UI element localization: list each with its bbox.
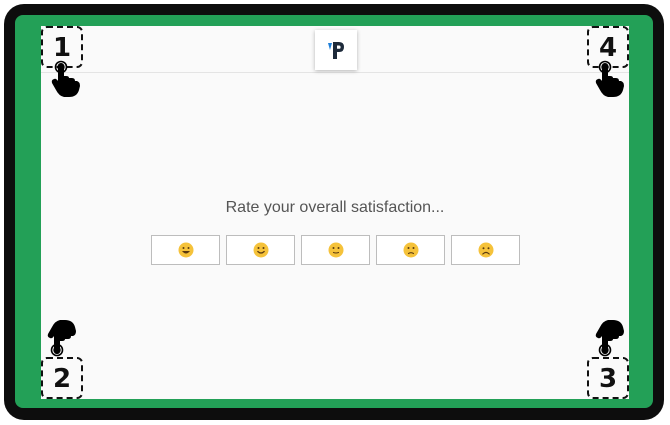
survey-question: Rate your overall satisfaction... <box>225 199 445 216</box>
corner-number: 3 <box>598 364 618 394</box>
corner-number: 4 <box>598 33 618 63</box>
satisfied-face-icon <box>253 242 268 258</box>
rating-neutral-button[interactable] <box>301 235 370 265</box>
very-dissatisfied-face-icon <box>478 242 493 258</box>
hand-pointer-icon <box>595 60 624 97</box>
header-bar <box>41 26 629 73</box>
corner-marker-3[interactable]: 3 <box>579 319 629 399</box>
hand-pointer-icon <box>595 320 624 357</box>
rating-options <box>151 235 520 265</box>
rating-dissatisfied-button[interactable] <box>376 235 445 265</box>
very-satisfied-face-icon <box>178 242 193 258</box>
screen: Rate your overall satisfaction... 1 4 2 … <box>41 26 629 399</box>
hand-pointer-icon <box>47 320 76 357</box>
corner-marker-1[interactable]: 1 <box>41 26 91 106</box>
corner-number: 2 <box>52 364 72 394</box>
rating-very-satisfied-button[interactable] <box>151 235 220 265</box>
corner-marker-4[interactable]: 4 <box>579 26 629 106</box>
green-bezel: Rate your overall satisfaction... 1 4 2 … <box>15 15 653 408</box>
dissatisfied-face-icon <box>403 242 418 258</box>
corner-number: 1 <box>52 33 72 63</box>
corner-marker-2[interactable]: 2 <box>41 319 91 399</box>
neutral-face-icon <box>328 242 343 258</box>
brand-p-logo-icon <box>328 42 344 59</box>
hand-pointer-icon <box>51 60 80 97</box>
rating-very-dissatisfied-button[interactable] <box>451 235 520 265</box>
brand-logo <box>315 30 357 70</box>
rating-satisfied-button[interactable] <box>226 235 295 265</box>
kiosk-device-frame: Rate your overall satisfaction... 1 4 2 … <box>4 4 664 420</box>
